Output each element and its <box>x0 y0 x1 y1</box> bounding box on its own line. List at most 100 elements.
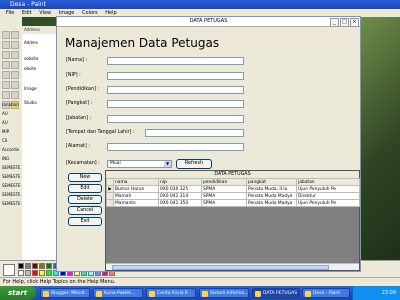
alamat-field[interactable] <box>107 143 244 151</box>
current-color-icon[interactable] <box>3 264 15 276</box>
start-button[interactable]: start <box>0 286 36 300</box>
pencil-icon[interactable] <box>2 61 10 69</box>
window-icon <box>202 291 208 297</box>
select-icon[interactable] <box>11 31 19 39</box>
pangkat-label: [Pangkat] : <box>66 101 93 106</box>
close-icon[interactable]: × <box>350 18 359 27</box>
taskbar-item[interactable]: Desa - Paint <box>302 288 350 298</box>
menu-edit[interactable]: Edit <box>22 10 32 16</box>
table-cell[interactable]: Penata Muda Madya <box>246 192 297 200</box>
table-row[interactable]: Mamah 0X0 041 314 SPMA Penata Muda Madya… <box>106 192 360 200</box>
brush-icon[interactable] <box>11 61 19 69</box>
table-cell[interactable]: 0X0 041 314 <box>158 192 202 200</box>
nip-field[interactable] <box>107 72 244 80</box>
rectangle-icon[interactable] <box>2 91 10 99</box>
taskbar-item-active[interactable]: DATA PETUGAS <box>252 288 300 298</box>
minimize-icon[interactable]: _ <box>330 18 339 27</box>
explorer-line: Studio <box>24 100 37 105</box>
table-row[interactable]: Mamanto 0X0 041 350 SPMA Penata Muda Mad… <box>106 199 360 207</box>
list-item: SEMESTE <box>2 165 21 170</box>
table-cell[interactable]: 0X0 030 325 <box>158 185 202 193</box>
pangkat-field[interactable] <box>107 100 244 108</box>
color-swatch[interactable] <box>46 263 52 269</box>
kecamatan-value: Muai <box>110 161 121 166</box>
table-row[interactable]: ▶ Bumor Harun 0X0 030 325 SPMA Penata Mu… <box>106 185 360 193</box>
color-swatch[interactable] <box>39 270 45 276</box>
pendidikan-field[interactable] <box>107 86 244 94</box>
nama-field[interactable] <box>107 57 244 65</box>
table-cell[interactable]: SPMA <box>201 185 247 193</box>
clock[interactable]: 23:09 <box>382 290 396 296</box>
delete-button[interactable]: Delete <box>68 195 102 204</box>
color-swatch[interactable] <box>46 270 52 276</box>
column-header[interactable]: nama <box>113 178 159 186</box>
paint-icon <box>305 291 311 297</box>
column-header[interactable]: pangkat <box>246 178 297 186</box>
table-cell[interactable]: Direktur <box>296 192 360 200</box>
table-cell[interactable]: SPMA <box>201 199 247 207</box>
table-cell[interactable]: Penata Muda, II Ia <box>246 185 297 193</box>
airbrush-icon[interactable] <box>2 71 10 79</box>
table-cell[interactable]: SPMA <box>201 192 247 200</box>
list-item: MIP <box>2 129 10 134</box>
curve-icon[interactable] <box>11 81 19 89</box>
task-label: Cerita Karia P... <box>157 291 192 296</box>
polygon-icon[interactable] <box>11 91 19 99</box>
window-icon <box>43 291 49 297</box>
taskbar-item[interactable]: Cerita Karia P... <box>146 288 196 298</box>
horizontal-scrollbar[interactable] <box>106 263 359 270</box>
list-item: ING <box>2 156 10 161</box>
table-cell[interactable]: Ujun Penyuluh Pe <box>296 185 360 193</box>
taskbar-item[interactable]: Karia-Poklet... <box>93 288 143 298</box>
menu-file[interactable]: File <box>6 10 14 16</box>
pendidikan-label: [Pendidikan] : <box>66 87 100 92</box>
window-controls: _ □ × <box>329 18 359 27</box>
kecamatan-select[interactable]: Muai ▼ <box>107 160 172 168</box>
data-grid[interactable]: DATA PETUGAS nama nip pendidikan pangkat… <box>105 170 360 271</box>
edit-button[interactable]: Edit <box>68 184 102 193</box>
text-icon[interactable] <box>11 71 19 79</box>
table-cell[interactable]: Mamah <box>113 192 159 200</box>
free-select-icon[interactable] <box>2 31 10 39</box>
exit-button[interactable]: Exit <box>68 217 102 226</box>
scrollbar-thumb[interactable] <box>112 265 329 270</box>
jabatan-field[interactable] <box>107 115 244 123</box>
chevron-down-icon[interactable]: ▼ <box>164 161 171 167</box>
list-item: SEMESTE <box>2 192 21 197</box>
column-header[interactable]: pendidikan <box>201 178 247 186</box>
table-cell[interactable]: 0X0 041 350 <box>158 199 202 207</box>
column-header[interactable]: nip <box>158 178 202 186</box>
column-header[interactable]: jabatan <box>296 178 360 186</box>
color-swatch[interactable] <box>25 263 31 269</box>
line-icon[interactable] <box>2 81 10 89</box>
color-swatch[interactable] <box>25 270 31 276</box>
eraser-icon[interactable] <box>2 41 10 49</box>
list-item: AU <box>2 120 8 125</box>
color-swatch[interactable] <box>32 270 38 276</box>
new-button[interactable]: New <box>68 173 102 182</box>
color-swatch[interactable] <box>18 270 24 276</box>
color-swatch[interactable] <box>32 263 38 269</box>
ttl-label: [Tempat dan Tanggal Lahir] : <box>66 130 135 135</box>
ttl-field[interactable] <box>145 129 244 137</box>
data-petugas-dialog: DATA PETUGAS _ □ × Manajemen Data Petugas … <box>56 16 361 272</box>
list-item: Accordin <box>2 147 20 152</box>
list-item: CS <box>2 138 8 143</box>
table-cell[interactable]: Ujun Penyuluh Pe <box>296 199 360 207</box>
nama-label: [Nama] : <box>66 58 88 63</box>
refresh-button[interactable]: Refresh <box>176 159 212 169</box>
magnifier-icon[interactable] <box>11 51 19 59</box>
menu-view[interactable]: View <box>39 10 51 16</box>
taskbar-item[interactable]: Sistem Informa... <box>199 288 249 298</box>
taskbar-item[interactable]: Blogger: Mikolt... <box>40 288 90 298</box>
table-cell[interactable]: Mamanto <box>113 199 159 207</box>
maximize-icon[interactable]: □ <box>340 18 349 27</box>
window-icon <box>96 291 102 297</box>
table-cell[interactable]: Bumor Harun <box>113 185 159 193</box>
cancel-button[interactable]: Cancel <box>68 206 102 215</box>
color-swatch[interactable] <box>39 263 45 269</box>
color-swatch[interactable] <box>18 263 24 269</box>
picker-icon[interactable] <box>2 51 10 59</box>
table-cell[interactable]: Penata Muda Madya <box>246 199 297 207</box>
fill-icon[interactable] <box>11 41 19 49</box>
